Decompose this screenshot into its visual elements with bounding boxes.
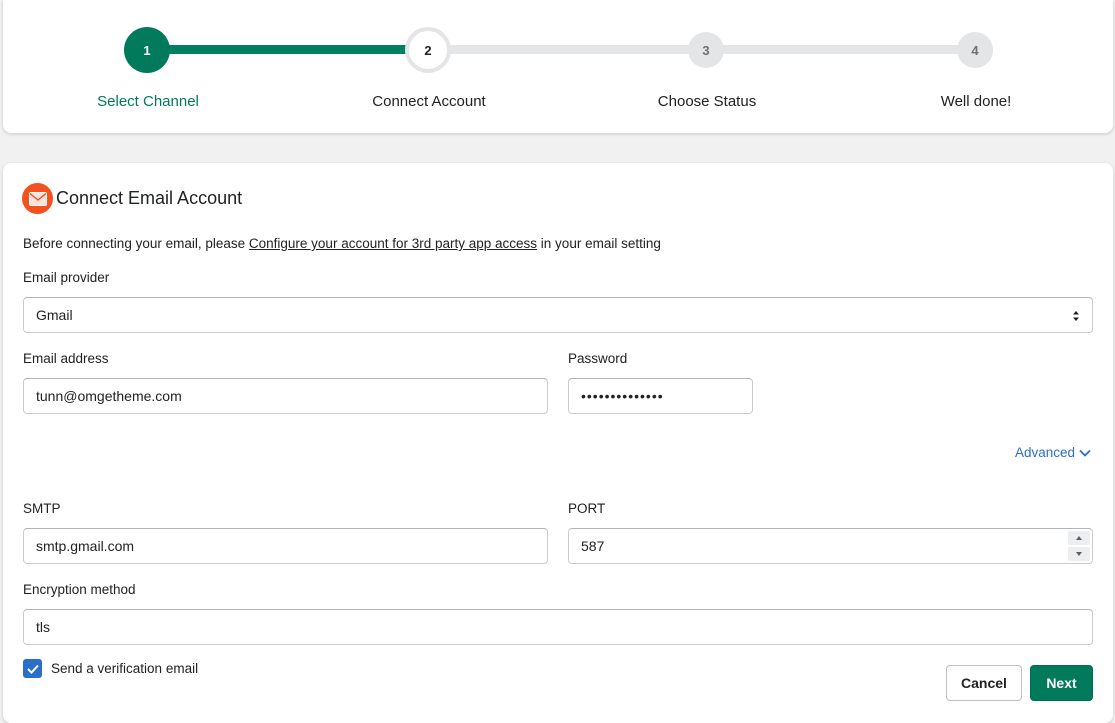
email-provider-label: Email provider [23, 270, 110, 285]
smtp-value: smtp.gmail.com [36, 538, 135, 554]
email-provider-select[interactable]: Gmail [23, 297, 1093, 333]
verification-email-checkbox[interactable] [23, 659, 42, 678]
step-1-label: Select Channel [97, 93, 199, 110]
page-title: Connect Email Account [56, 188, 243, 208]
mail-icon [22, 183, 53, 214]
step-3-number: 3 [702, 42, 710, 58]
advanced-label: Advanced [1014, 445, 1075, 460]
progress-track-completed [153, 45, 430, 54]
email-address-input[interactable]: tunn@omgetheme.com [23, 378, 548, 414]
password-input[interactable]: •••••••••••••• [568, 378, 753, 414]
progress-stepper: 1 2 3 4 Select Channel Connect Account C… [3, 0, 1113, 133]
step-4-indicator[interactable]: 4 [957, 32, 993, 68]
smtp-label: SMTP [23, 501, 61, 516]
caret-down-icon [1076, 552, 1082, 556]
step-3-indicator[interactable]: 3 [688, 32, 724, 68]
password-value: •••••••••••••• [581, 388, 664, 404]
port-spinner [1068, 531, 1090, 561]
connect-email-card: Connect Email Account Before connecting … [3, 163, 1113, 723]
chevron-down-icon [1079, 445, 1091, 460]
step-4-number: 4 [971, 42, 979, 58]
caret-up-icon [1076, 536, 1082, 540]
step-2-label: Connect Account [372, 93, 486, 110]
encryption-value: tls [36, 619, 50, 635]
encryption-input[interactable]: tls [23, 609, 1093, 645]
cancel-button[interactable]: Cancel [946, 665, 1022, 701]
port-label: PORT [568, 501, 606, 516]
next-button[interactable]: Next [1030, 665, 1093, 701]
email-address-label: Email address [23, 351, 109, 366]
configure-account-link[interactable]: Configure your account for 3rd party app… [249, 236, 537, 251]
verification-email-option: Send a verification email [23, 659, 198, 678]
checkmark-icon [26, 664, 39, 674]
port-value: 587 [581, 538, 605, 554]
password-label: Password [568, 351, 628, 366]
port-decrement-button[interactable] [1068, 547, 1090, 561]
select-arrows-icon [1072, 309, 1080, 325]
step-1-indicator[interactable]: 1 [124, 27, 170, 73]
intro-text-after: in your email setting [537, 236, 661, 251]
port-input[interactable]: 587 [568, 528, 1093, 564]
step-4-label: Well done! [940, 93, 1012, 110]
port-increment-button[interactable] [1068, 531, 1090, 545]
encryption-label: Encryption method [23, 582, 136, 597]
step-3-label: Choose Status [657, 93, 757, 110]
step-2-indicator[interactable]: 2 [405, 27, 451, 73]
advanced-toggle[interactable]: Advanced [1015, 445, 1091, 460]
smtp-input[interactable]: smtp.gmail.com [23, 528, 548, 564]
email-provider-value: Gmail [36, 307, 73, 323]
intro-text: Before connecting your email, please Con… [23, 236, 661, 251]
intro-text-before: Before connecting your email, please [23, 236, 249, 251]
step-2-number: 2 [424, 42, 432, 58]
email-address-value: tunn@omgetheme.com [36, 388, 182, 404]
card-heading: Connect Email Account [22, 183, 242, 214]
verification-email-label[interactable]: Send a verification email [51, 661, 198, 676]
step-1-number: 1 [143, 42, 151, 58]
